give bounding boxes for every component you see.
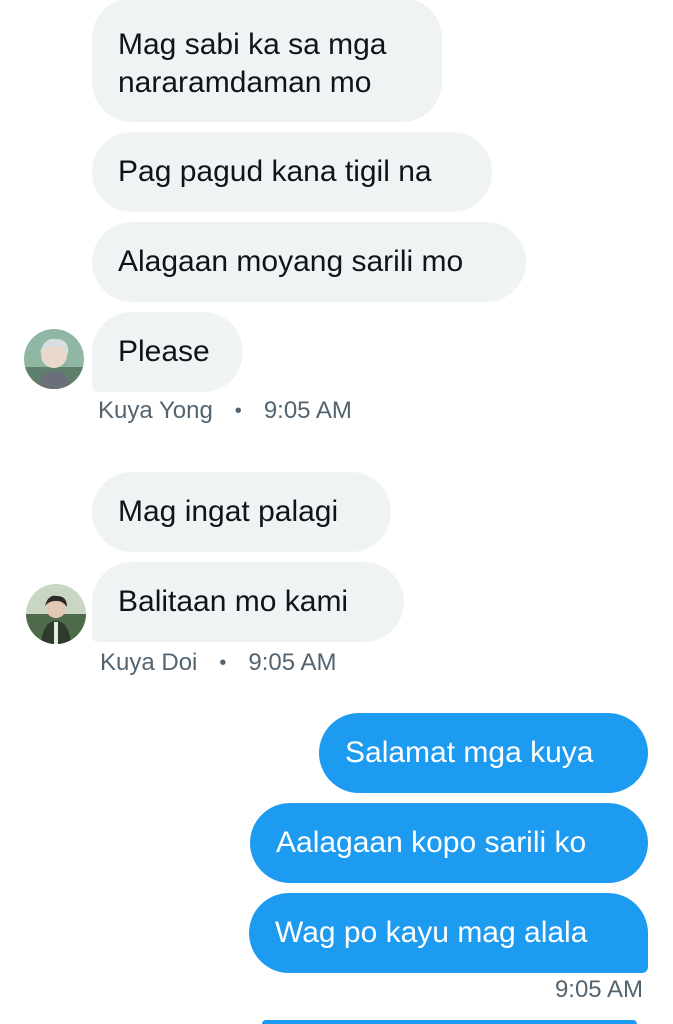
outgoing-message-partial[interactable] bbox=[262, 1020, 637, 1024]
message-text: Mag sabi ka sa mga nararamdaman mo bbox=[118, 28, 387, 99]
incoming-message[interactable]: Alagaan moyang sarili mo bbox=[92, 222, 526, 302]
message-text: Please bbox=[118, 335, 210, 368]
message-text: Alagaan moyang sarili mo bbox=[118, 245, 464, 278]
sender-name: Kuya Doi bbox=[100, 649, 198, 676]
sender-name: Kuya Yong bbox=[98, 397, 213, 424]
outgoing-message[interactable]: Aalagaan kopo sarili ko bbox=[250, 803, 648, 883]
message-text: Aalagaan kopo sarili ko bbox=[276, 826, 587, 859]
message-meta: Kuya Doi • 9:05 AM bbox=[100, 648, 336, 678]
incoming-message[interactable]: Pag pagud kana tigil na bbox=[92, 132, 492, 212]
message-text: Salamat mga kuya bbox=[345, 736, 594, 769]
outgoing-message[interactable]: Wag po kayu mag alala bbox=[249, 893, 648, 973]
message-text: Mag ingat palagi bbox=[118, 495, 339, 528]
incoming-message[interactable]: Mag ingat palagi bbox=[92, 472, 391, 552]
avatar-image bbox=[24, 329, 84, 389]
separator-dot: • bbox=[219, 651, 227, 674]
avatar-kuya-yong[interactable] bbox=[24, 329, 84, 389]
message-time: 9:05 AM bbox=[248, 649, 337, 676]
avatar-kuya-doi[interactable] bbox=[26, 584, 86, 644]
message-text: Balitaan mo kami bbox=[118, 585, 349, 618]
message-meta: Kuya Yong • 9:05 AM bbox=[98, 396, 352, 426]
incoming-message[interactable]: Balitaan mo kami bbox=[92, 562, 404, 642]
message-text: Wag po kayu mag alala bbox=[275, 916, 588, 949]
message-time: 9:05 AM bbox=[554, 976, 643, 1003]
outgoing-message[interactable]: Salamat mga kuya bbox=[319, 713, 648, 793]
incoming-message[interactable]: Please bbox=[92, 312, 243, 392]
message-text: Pag pagud kana tigil na bbox=[118, 155, 432, 188]
avatar-image bbox=[26, 584, 86, 644]
separator-dot: • bbox=[234, 399, 242, 422]
message-time: 9:05 AM bbox=[263, 397, 352, 424]
incoming-message[interactable]: Mag sabi ka sa mga nararamdaman mo bbox=[92, 0, 442, 122]
